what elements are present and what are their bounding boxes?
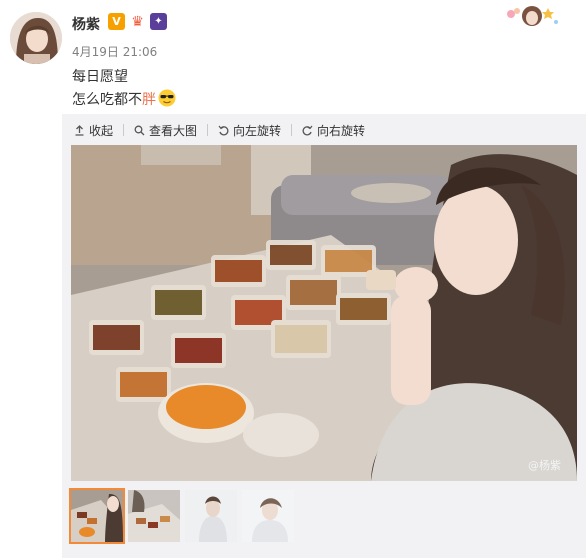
collapse-label: 收起 xyxy=(89,123,114,138)
view-large-button[interactable]: 查看大图 xyxy=(130,122,201,139)
upload-arrow-icon xyxy=(75,124,84,136)
post-time[interactable]: 4月19日 21:06 xyxy=(72,43,157,60)
post-text-highlight: 胖 xyxy=(142,92,156,108)
toolbar-divider xyxy=(291,124,293,136)
thumbnail-4[interactable] xyxy=(242,490,294,542)
rotate-left-button[interactable]: 向左旋转 xyxy=(214,122,285,139)
crown-badge-icon[interactable]: ♛ xyxy=(129,13,146,30)
thumbnail-strip xyxy=(69,488,294,544)
collapse-button[interactable]: 收起 xyxy=(70,122,117,139)
main-photo[interactable]: @杨紫 xyxy=(71,145,577,481)
post-header: 杨紫 V ♛ ✦ 4月19日 21:06 每日愿望 怎么吃都不胖 xyxy=(0,0,586,112)
photo-watermark: @杨紫 xyxy=(528,459,561,472)
view-large-label: 查看大图 xyxy=(149,123,198,138)
cool-sunglasses-icon xyxy=(158,89,176,107)
rotate-left-icon xyxy=(218,125,229,135)
user-avatar[interactable] xyxy=(10,12,62,64)
rotate-right-button[interactable]: 向右旋转 xyxy=(298,122,369,139)
rocket-badge-icon[interactable]: ✦ xyxy=(150,13,167,30)
user-badges: V ♛ ✦ xyxy=(108,13,167,30)
media-panel: 收起 查看大图 向左旋转 向右旋转 @杨紫 xyxy=(62,114,586,558)
post-text-line2: 怎么吃都不胖 xyxy=(72,89,176,109)
post-text-line1: 每日愿望 xyxy=(72,69,128,85)
toolbar-divider xyxy=(123,124,125,136)
thumbnail-2[interactable] xyxy=(128,490,180,542)
rotate-right-label: 向右旋转 xyxy=(317,123,366,138)
post-text-prefix: 怎么吃都不 xyxy=(72,92,142,108)
sticker-decoration-icon xyxy=(507,6,558,26)
verified-badge-icon[interactable]: V xyxy=(108,13,125,30)
thumbnail-3[interactable] xyxy=(185,490,237,542)
toolbar-divider xyxy=(207,124,209,136)
rotate-left-label: 向左旋转 xyxy=(233,123,282,138)
magnifier-icon xyxy=(134,125,145,135)
username[interactable]: 杨紫 xyxy=(72,14,100,34)
media-toolbar: 收起 查看大图 向左旋转 向右旋转 xyxy=(70,120,369,140)
thumbnail-1[interactable] xyxy=(69,488,125,544)
rotate-right-icon xyxy=(302,125,313,135)
